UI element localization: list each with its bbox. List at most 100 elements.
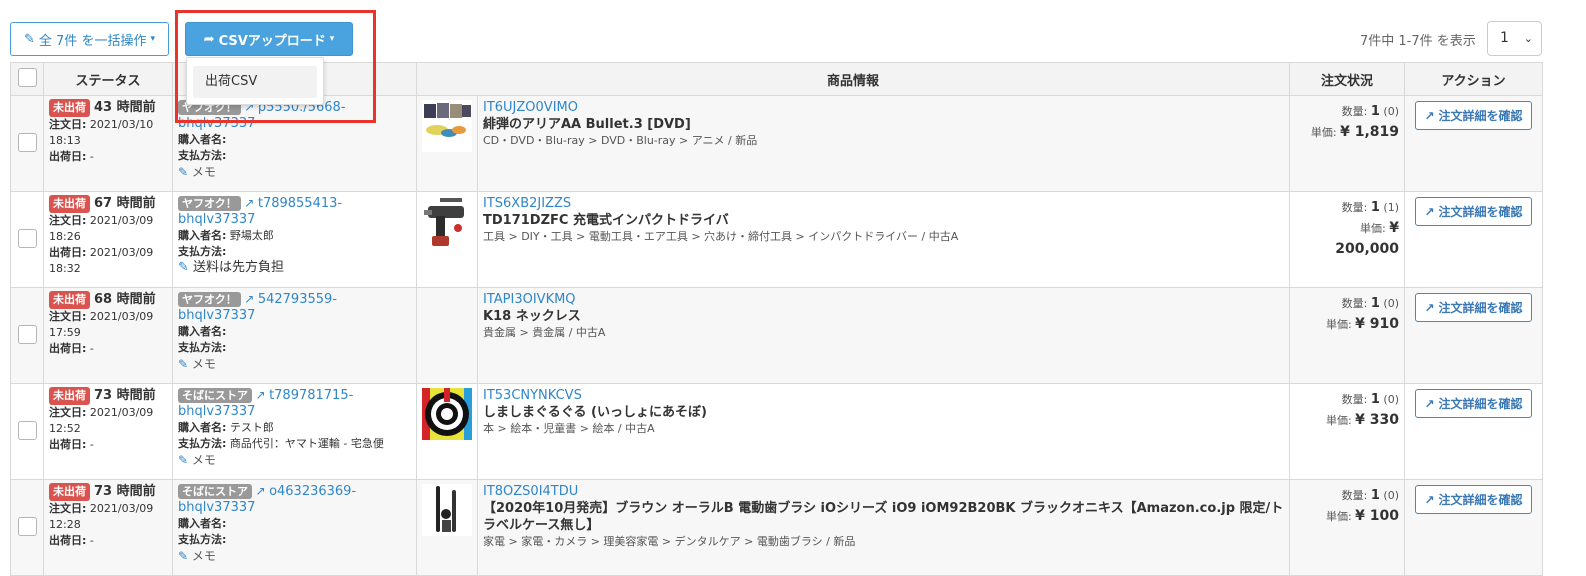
select-all-cell [10, 62, 44, 96]
order-status-cell: 数量: 1 (1) 単価: ¥ 200,000 [1289, 191, 1406, 288]
product-category: 工具 > DIY・工具 > 電動工具・エア工具 > 穴あけ・締付工具 > インパ… [483, 230, 959, 243]
order-detail-button[interactable]: ↗ 注文詳細を確認 [1415, 101, 1532, 130]
payment-method: 商品代引：ヤマト運輸 - 宅急便 [229, 437, 384, 450]
order-id-link[interactable]: o463236369- [269, 484, 356, 499]
order-id-link[interactable]: t789781715- [269, 388, 353, 403]
order-detail-label: 注文詳細を確認 [1438, 301, 1523, 315]
pencil-icon: ✎ [178, 357, 189, 371]
order-detail-label: 注文詳細を確認 [1438, 493, 1523, 507]
select-all-checkbox[interactable] [17, 67, 37, 87]
product-sku-link[interactable]: ITS6XB2JIZZS [483, 196, 1284, 212]
row-checkbox[interactable] [17, 132, 37, 152]
order-date-label: 注文日: [49, 406, 87, 419]
qty-sub: (0) [1383, 297, 1400, 310]
csv-upload-button[interactable]: ➦ CSVアップロード ▾ [185, 22, 353, 56]
pencil-icon: ✎ [178, 260, 189, 275]
memo[interactable]: ✎ メモ [178, 548, 411, 564]
page-select-value: 1 [1500, 30, 1509, 46]
order-detail-button[interactable]: ↗ 注文詳細を確認 [1415, 197, 1532, 226]
buyer-cell: そばにストア ↗ o463236369- bhqlv37337 購入者名: 支払… [172, 479, 417, 576]
payment-label: 支払方法: [178, 437, 227, 450]
product-image [422, 388, 472, 440]
payment-label: 支払方法: [178, 341, 227, 354]
product-info-cell: ITAPI3OIVKMQ K18 ネックレス 貴金属 > 貴金属 / 中古A [476, 287, 1291, 384]
order-date-label: 注文日: [49, 310, 87, 323]
account-link[interactable]: bhqlv37337 [178, 212, 411, 228]
order-date: 2021/03/09 [89, 310, 154, 323]
order-id-link[interactable]: 542793559- [258, 292, 337, 307]
row-checkbox[interactable] [17, 516, 37, 536]
product-info-cell: IT6UJZO0VIMO 緋弾のアリアAA Bullet.3 [DVD] CD・… [476, 95, 1291, 192]
order-status-cell: 数量: 1 (0) 単価: ¥ 1,819 [1289, 95, 1406, 192]
unit-price-label: 単価: [1325, 414, 1352, 427]
product-name: 緋弾のアリアAA Bullet.3 [DVD] [483, 117, 691, 132]
qty-value: 1 [1370, 104, 1380, 119]
payment-label: 支払方法: [178, 533, 227, 546]
product-thumbnail-cell [416, 479, 478, 576]
order-detail-button[interactable]: ↗ 注文詳細を確認 [1415, 293, 1532, 322]
row-select-cell [10, 191, 44, 288]
buyer-cell: そばにストア ↗ t789781715- bhqlv37337 購入者名: テス… [172, 383, 417, 480]
table-row: 未出荷 68 時間前 注文日: 2021/03/09 17:59 出荷日: - … [10, 287, 1544, 384]
account-link[interactable]: bhqlv37337 [178, 308, 411, 324]
memo[interactable]: ✎ メモ [178, 164, 411, 180]
product-sku-link[interactable]: IT8OZS0I4TDU [483, 484, 1284, 500]
order-time: 12:52 [49, 422, 81, 435]
product-image [422, 100, 472, 152]
order-date-label: 注文日: [49, 502, 87, 515]
buyer-cell: ヤフオク！ ↗ p5550./5668- bhqlv37337 購入者名: 支払… [172, 95, 417, 192]
order-detail-button[interactable]: ↗ 注文詳細を確認 [1415, 485, 1532, 514]
dropdown-item-shipping-csv[interactable]: 出荷CSV [193, 66, 317, 98]
header-product: 商品情報 [415, 62, 1291, 96]
payment-label: 支払方法: [178, 245, 227, 258]
external-link-icon: ↗ [1424, 108, 1435, 123]
status-badge: 未出荷 [49, 387, 90, 405]
memo[interactable]: ✎ メモ [178, 452, 411, 468]
qty-value: 1 [1370, 296, 1380, 311]
elapsed-hours: 43 時間前 [94, 100, 156, 115]
order-id-link[interactable]: t789855413- [258, 196, 342, 211]
row-checkbox[interactable] [17, 420, 37, 440]
table-row: 未出荷 73 時間前 注文日: 2021/03/09 12:52 出荷日: - … [10, 383, 1544, 480]
order-date: 2021/03/09 [89, 502, 154, 515]
order-detail-label: 注文詳細を確認 [1438, 205, 1523, 219]
order-date: 2021/03/10 [89, 118, 154, 131]
product-image [422, 484, 472, 536]
bulk-action-button[interactable]: ✎ 全 7件 を一括操作 ▾ [10, 22, 169, 56]
row-select-cell [10, 479, 44, 576]
page-select[interactable]: 1 ⌄ [1487, 21, 1542, 56]
product-category: 貴金属 > 貴金属 / 中古A [483, 326, 606, 339]
account-link[interactable]: bhqlv37337 [178, 116, 411, 132]
memo-text: メモ [191, 549, 216, 563]
action-cell: ↗ 注文詳細を確認 [1404, 287, 1544, 384]
ship-date-label: 出荷日: [49, 438, 87, 451]
product-info-cell: ITS6XB2JIZZS TD171DZFC 充電式インパクトドライバ 工具 >… [476, 191, 1291, 288]
header-order-status: 注文状況 [1289, 62, 1406, 96]
account-link[interactable]: bhqlv37337 [178, 404, 411, 420]
order-detail-button[interactable]: ↗ 注文詳細を確認 [1415, 389, 1532, 418]
product-sku-link[interactable]: ITAPI3OIVKMQ [483, 292, 1284, 308]
order-time: 17:59 [49, 326, 81, 339]
pager-info: 7件中 1-7件 を表示 [1360, 34, 1476, 49]
product-sku-link[interactable]: IT6UJZO0VIMO [483, 100, 1284, 116]
buyer-name: テスト郎 [229, 421, 274, 434]
elapsed-hours: 73 時間前 [94, 388, 156, 403]
qty-label: 数量: [1341, 489, 1368, 502]
buyer-name: 野場太郎 [229, 229, 274, 242]
product-thumbnail-cell [416, 287, 478, 384]
account-link[interactable]: bhqlv37337 [178, 500, 411, 516]
status-cell: 未出荷 68 時間前 注文日: 2021/03/09 17:59 出荷日: - [43, 287, 173, 384]
order-date: 2021/03/09 [89, 214, 154, 227]
csv-dropdown-menu: 出荷CSV [186, 57, 324, 105]
order-time: 12:28 [49, 518, 81, 531]
row-checkbox[interactable] [17, 324, 37, 344]
memo[interactable]: ✎ 送料は先方負担 [178, 260, 411, 276]
status-cell: 未出荷 73 時間前 注文日: 2021/03/09 12:28 出荷日: - [43, 479, 173, 576]
memo[interactable]: ✎ メモ [178, 356, 411, 372]
row-select-cell [10, 287, 44, 384]
edit-icon: ✎ [24, 31, 35, 47]
csv-upload-label: CSVアップロード [218, 33, 326, 49]
product-sku-link[interactable]: IT53CNYNKCVS [483, 388, 1284, 404]
external-link-icon: ↗ [1424, 300, 1435, 315]
row-checkbox[interactable] [17, 228, 37, 248]
